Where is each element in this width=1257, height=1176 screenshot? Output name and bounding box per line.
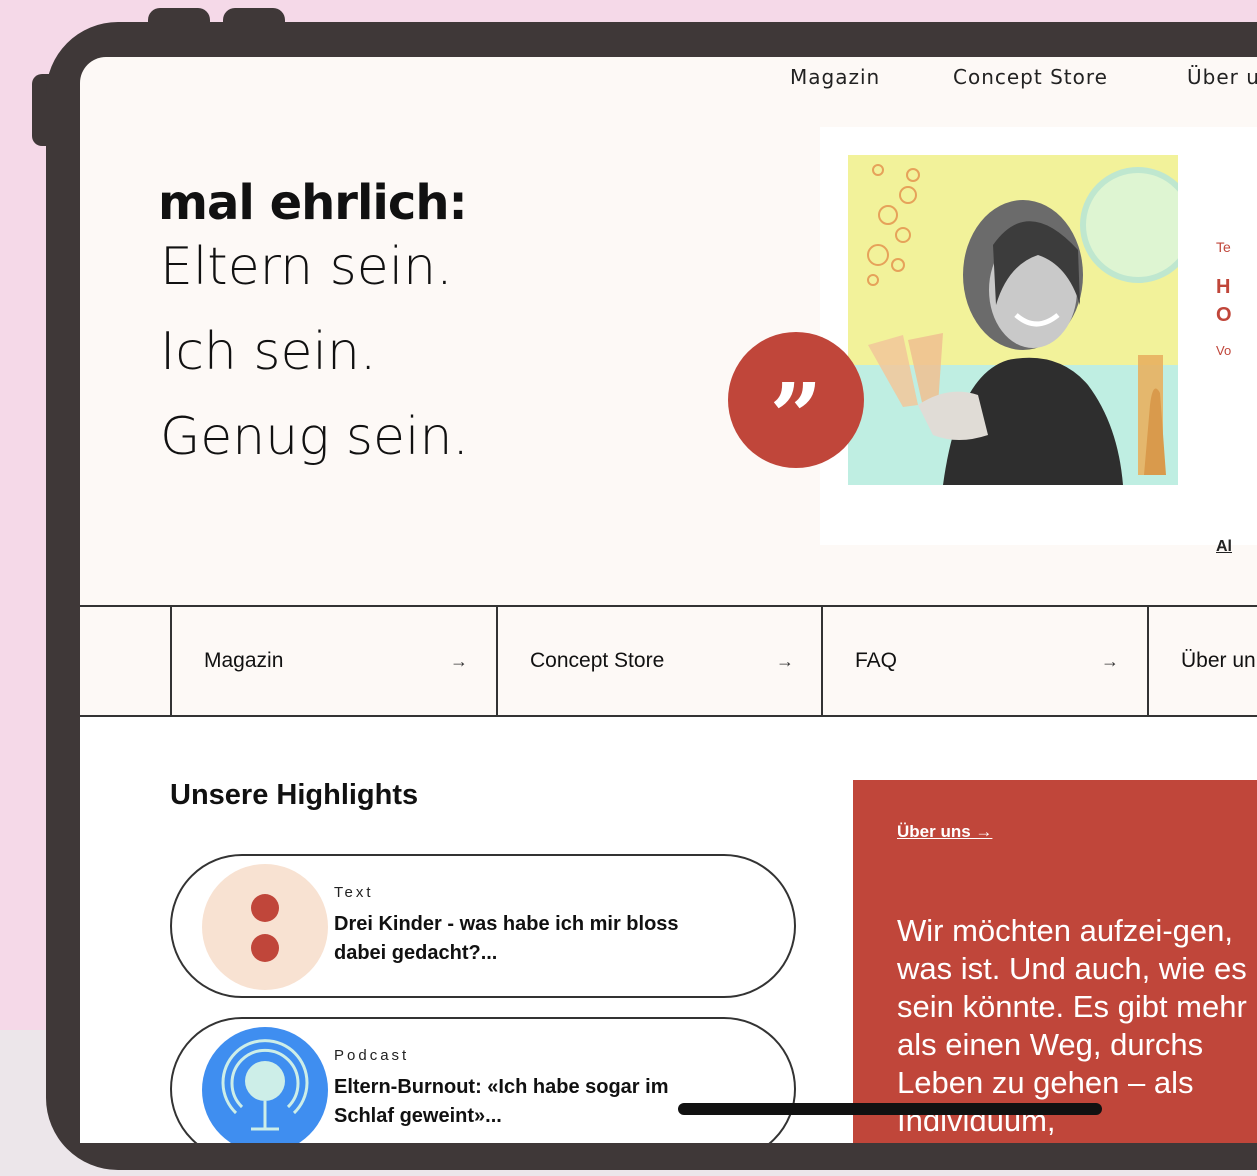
section-nav-label: Über un — [1181, 649, 1256, 672]
highlight-kicker: Podcast — [334, 1047, 410, 1064]
featured-title[interactable]: H O — [1216, 273, 1232, 329]
about-link[interactable]: Über uns → — [897, 822, 992, 842]
section-nav-magazin[interactable]: Magazin → — [170, 607, 496, 715]
colon-dots-icon — [202, 864, 328, 990]
section-nav: Magazin → Concept Store → FAQ → Über un — [80, 605, 1257, 717]
featured-title-line: O — [1216, 304, 1232, 326]
section-nav-label: Concept Store — [530, 649, 665, 672]
arrow-right-icon: → — [1101, 651, 1119, 671]
tablet-screen: Magazin Concept Store Über uns mal ehrli… — [80, 57, 1257, 1143]
hero-line: Genug sein. — [160, 407, 469, 467]
highlights-heading: Unsere Highlights — [170, 779, 419, 811]
featured-title-line: H — [1216, 276, 1231, 298]
highlight-title: Eltern-Burnout: «Ich habe sogar im Schla… — [334, 1076, 669, 1127]
highlight-item[interactable]: Podcast Eltern-Burnout: «Ich habe sogar … — [170, 1017, 796, 1143]
home-indicator[interactable] — [678, 1103, 1102, 1115]
featured-article-image — [848, 155, 1178, 485]
section-nav-ueber-uns[interactable]: Über un — [1147, 607, 1257, 715]
section-nav-faq[interactable]: FAQ → — [821, 607, 1147, 715]
section-nav-label: Magazin — [204, 649, 284, 672]
featured-all-link[interactable]: Al — [1216, 538, 1232, 556]
topnav-concept-store[interactable]: Concept Store — [953, 65, 1108, 89]
highlight-kicker: Text — [334, 884, 374, 901]
hero-line: Eltern sein. — [160, 237, 453, 297]
highlight-title: Drei Kinder - was habe ich mir bloss dab… — [334, 913, 679, 964]
arrow-right-icon: → — [776, 651, 794, 671]
brand-logo[interactable]: mal ehrlich: — [158, 175, 468, 231]
featured-article-card[interactable]: Te H O Vo Al — [820, 127, 1257, 555]
microphone-icon — [202, 1027, 328, 1143]
featured-kicker: Te — [1216, 239, 1231, 255]
highlight-item[interactable]: Text Drei Kinder - was habe ich mir blos… — [170, 854, 796, 998]
hero-line: Ich sein. — [160, 322, 377, 382]
section-nav-label: FAQ — [855, 649, 898, 672]
quote-icon: ” — [728, 332, 864, 468]
about-panel: Über uns → Wir möchten aufzei-gen, was i… — [853, 780, 1257, 1143]
arrow-right-icon: → — [450, 651, 468, 671]
topnav-ueber-uns[interactable]: Über uns — [1187, 65, 1257, 89]
section-nav-concept-store[interactable]: Concept Store → — [496, 607, 821, 715]
topnav-magazin[interactable]: Magazin — [790, 65, 880, 89]
featured-byline: Vo — [1216, 343, 1232, 358]
